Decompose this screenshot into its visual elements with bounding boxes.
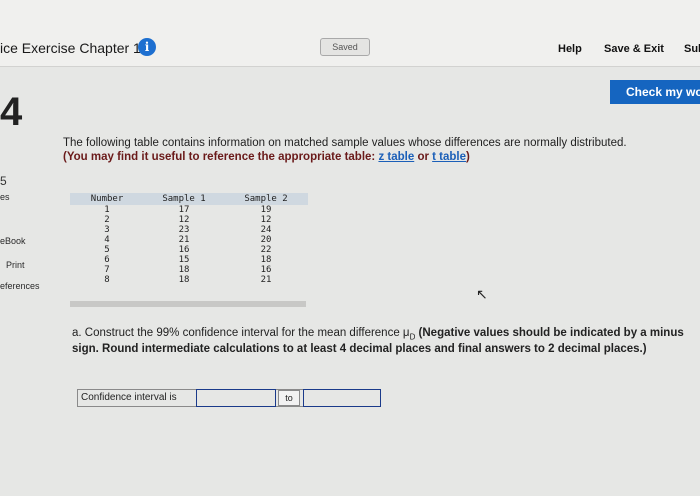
info-icon[interactable]: i [138,38,156,56]
table-cell: 7 [104,265,110,275]
table-scrollbar[interactable] [70,301,306,307]
mouse-cursor-icon: ↖ [476,286,488,302]
saved-status-badge: Saved [320,38,370,56]
table-cell: 21 [178,235,190,245]
table-cell: 15 [178,255,190,265]
ebook-link[interactable]: eBook [0,236,26,246]
table-row: 4 21 20 [70,235,308,245]
column-header: Sample 1 [144,193,224,205]
table-cell: 20 [260,235,272,245]
print-link[interactable]: Print [6,260,25,270]
table-cell: 21 [260,275,272,285]
table-cell: 4 [104,235,110,245]
data-table: Number Sample 1 Sample 2 1 17 19 2 12 12 3 23… [70,193,308,285]
table-row: 2 12 12 [70,215,308,225]
references-link[interactable]: eferences [0,281,40,291]
table-cell: 3 [104,225,110,235]
table-row: 1 17 19 [70,205,308,215]
part-a-question: a. Construct the 99% confidence interval… [72,327,684,356]
z-table-link[interactable]: z table [378,151,414,163]
table-cell: 12 [178,215,190,225]
ci-to-label: to [278,390,300,406]
data-table-container: Number Sample 1 Sample 2 1 17 19 2 12 12 3 23… [70,193,308,307]
table-cell: 2 [104,215,110,225]
confidence-interval-row: Confidence interval is to [77,389,381,407]
t-table-link[interactable]: t table [432,151,466,163]
table-cell: 8 [104,275,110,285]
table-cell: 22 [260,245,272,255]
table-cell: 16 [260,265,272,275]
table-cell: 12 [260,215,272,225]
submit-button[interactable]: Sul [684,43,700,55]
sidebar-number: 5 [0,174,7,188]
question-number: 4 [0,90,23,134]
page-title: ice Exercise Chapter 10 [0,40,149,56]
table-cell: 16 [178,245,190,255]
help-button[interactable]: Help [558,43,582,55]
table-row: 8 18 21 [70,275,308,285]
table-row: 7 18 16 [70,265,308,275]
check-my-work-button[interactable]: Check my wo [610,80,700,104]
ci-lower-input[interactable] [196,389,276,407]
table-cell: 23 [178,225,190,235]
ci-upper-input[interactable] [303,389,381,407]
table-cell: 18 [178,265,190,275]
table-cell: 6 [104,255,110,265]
table-cell: 5 [104,245,110,255]
table-row: 5 16 22 [70,245,308,255]
table-cell: 18 [260,255,272,265]
column-header: Sample 2 [224,193,308,205]
table-row: 6 15 18 [70,255,308,265]
table-cell: 17 [178,205,190,215]
table-cell: 19 [260,205,272,215]
table-row: 3 23 24 [70,225,308,235]
sidebar-letters: es [0,192,10,202]
confidence-interval-label: Confidence interval is [81,392,177,403]
intro-hint: (You may find it useful to reference the… [63,151,470,163]
top-bar: ice Exercise Chapter 10 i Saved Help Sav… [0,0,700,67]
table-cell: 24 [260,225,272,235]
save-exit-button[interactable]: Save & Exit [604,43,664,55]
intro-text: The following table contains information… [63,137,627,149]
table-header-row: Number Sample 1 Sample 2 [70,193,308,205]
table-cell: 18 [178,275,190,285]
column-header: Number [70,193,144,205]
table-cell: 1 [104,205,110,215]
